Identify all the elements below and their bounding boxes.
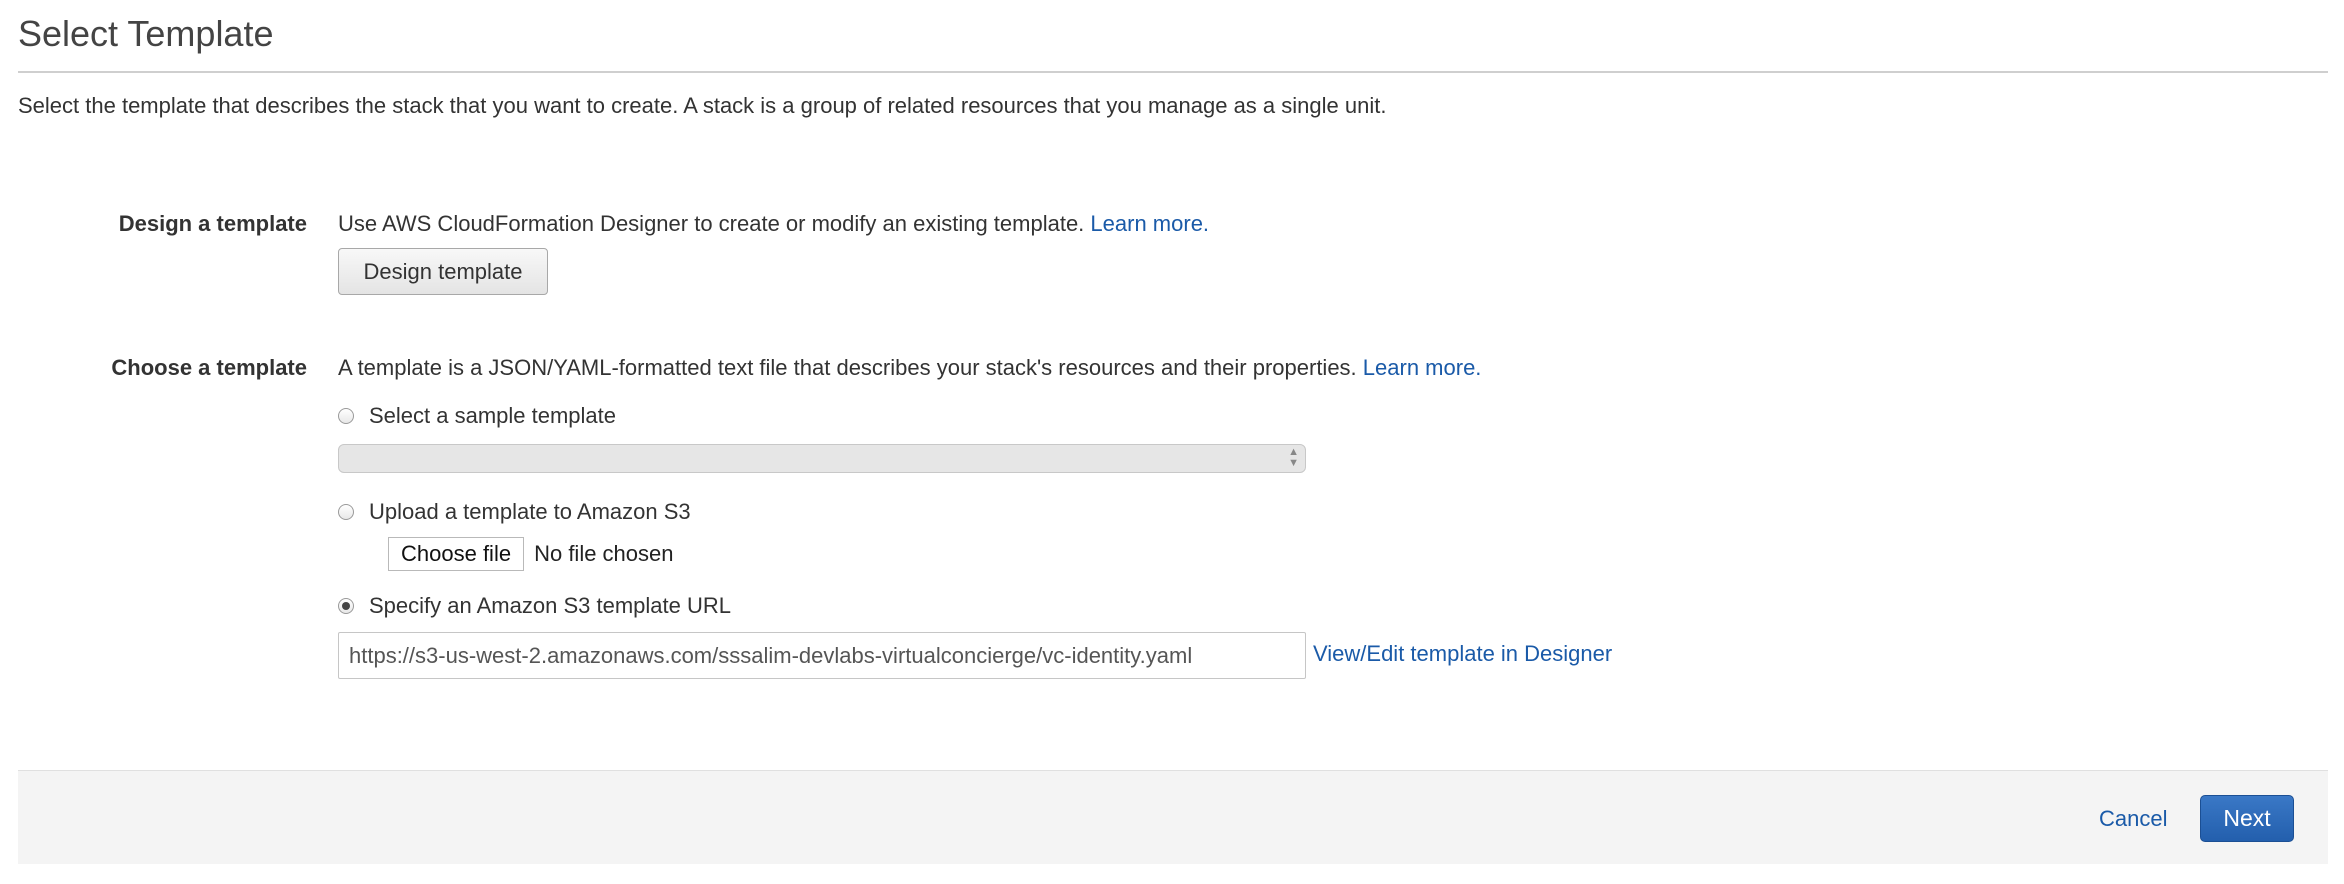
upload-template-option-label: Upload a template to Amazon S3 [369,499,691,524]
sample-template-option[interactable]: Select a sample template [338,400,616,432]
sample-template-radio[interactable] [338,408,354,424]
choose-file-button[interactable]: Choose file [388,537,525,571]
template-url-input[interactable] [338,632,1306,679]
cancel-link[interactable]: Cancel [2099,803,2167,835]
design-template-description: Use AWS CloudFormation Designer to creat… [338,211,1085,236]
design-template-label: Design a template [118,211,307,236]
wizard-footer [18,770,2328,864]
no-file-chosen-text: No file chosen [534,541,674,566]
s3-url-radio[interactable] [338,598,354,614]
select-arrows-icon: ▲ ▼ [1288,446,1299,469]
s3-url-option[interactable]: Specify an Amazon S3 template URL [338,590,731,622]
page-intro: Select the template that describes the s… [18,93,1387,118]
design-template-description-line: Use AWS CloudFormation Designer to creat… [338,208,1209,240]
sample-template-option-label: Select a sample template [369,403,617,428]
upload-template-option[interactable]: Upload a template to Amazon S3 [338,496,691,528]
sample-template-select[interactable]: ▲ ▼ [338,444,1306,473]
title-divider [18,71,2328,73]
choose-template-description: A template is a JSON/YAML-formatted text… [338,355,1357,380]
upload-template-radio[interactable] [338,504,354,520]
design-learn-more-link[interactable]: Learn more. [1090,211,1209,236]
design-template-button[interactable]: Design template [338,248,548,295]
choose-template-label: Choose a template [111,355,307,380]
next-button[interactable]: Next [2200,795,2294,842]
page-title: Select Template [18,13,274,54]
s3-url-option-label: Specify an Amazon S3 template URL [369,593,731,618]
view-edit-designer-link[interactable]: View/Edit template in Designer [1313,638,1612,670]
file-picker: Choose file No file chosen [388,537,674,571]
choose-template-description-line: A template is a JSON/YAML-formatted text… [338,352,1481,384]
choose-learn-more-link[interactable]: Learn more. [1363,355,1482,380]
